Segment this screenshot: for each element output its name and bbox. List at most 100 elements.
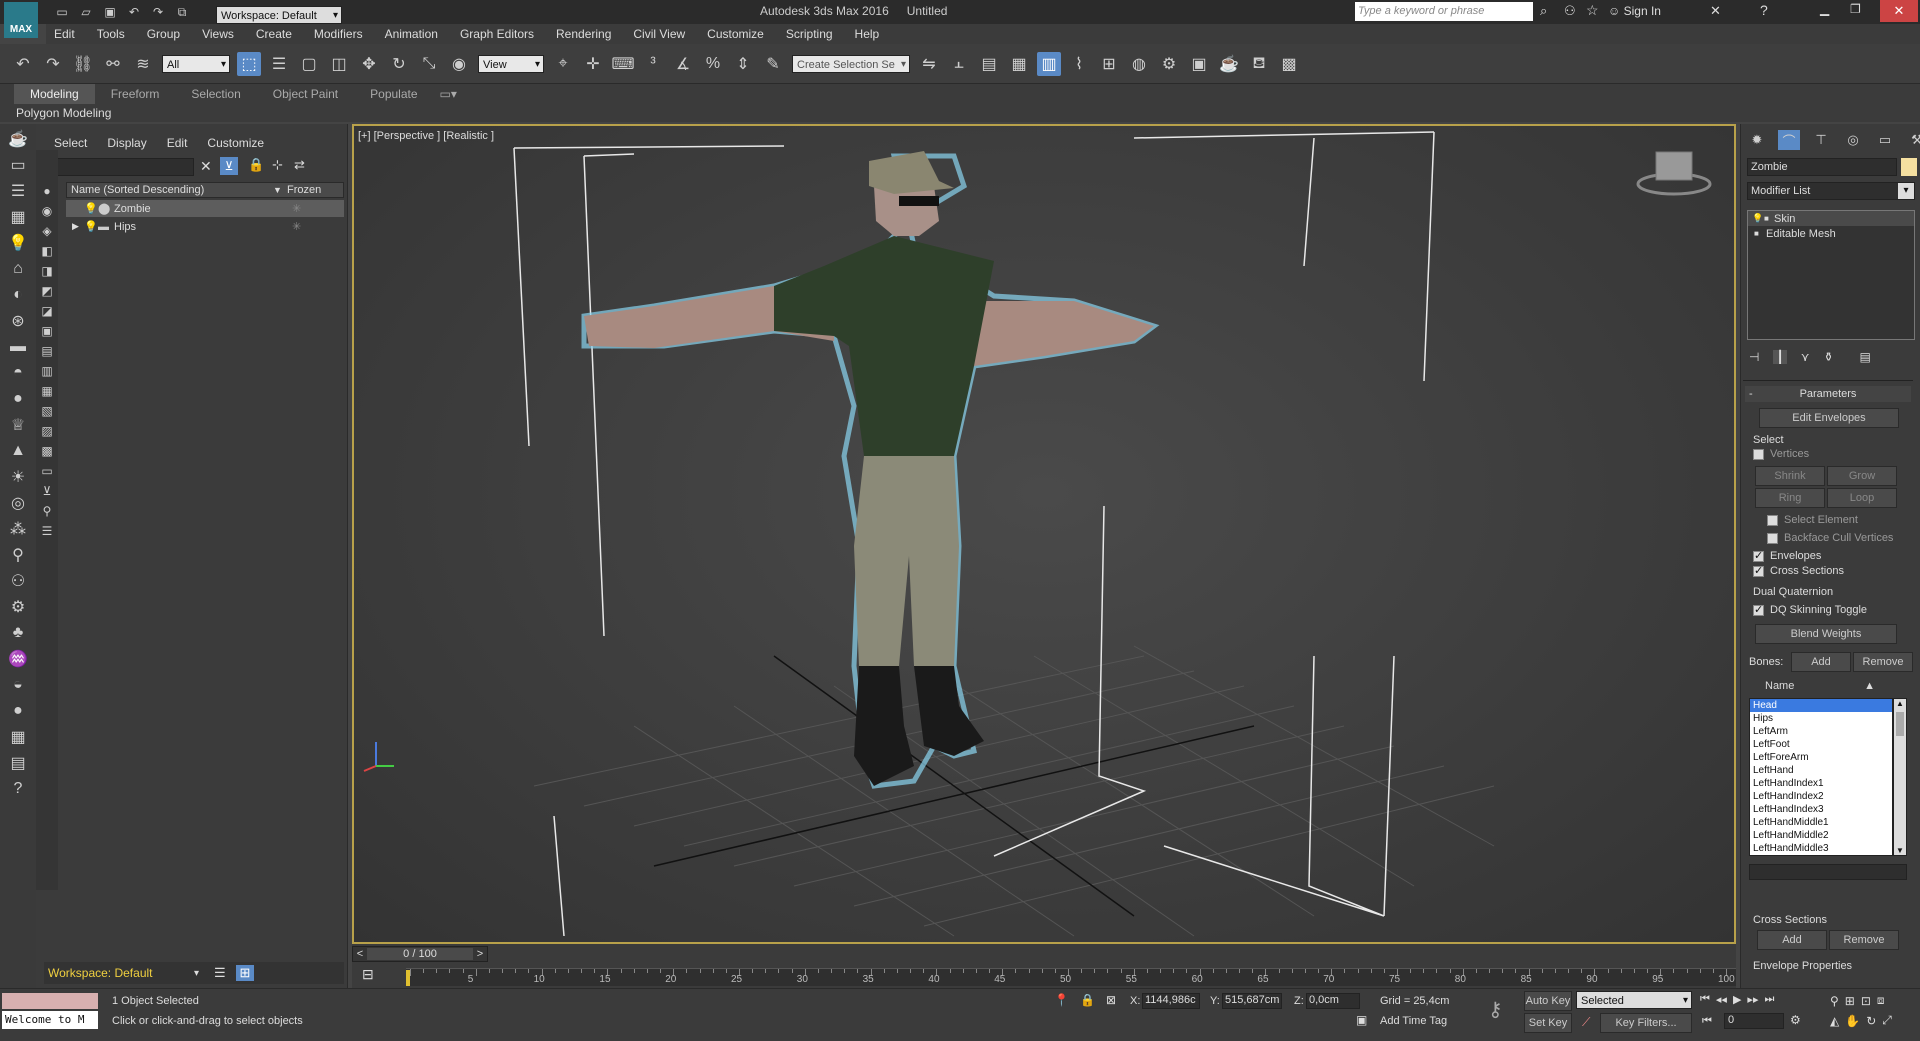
- freeze-snowflake-icon[interactable]: ✳: [284, 202, 301, 215]
- render-cloud-icon[interactable]: ▩: [1277, 52, 1301, 76]
- sun-icon[interactable]: ☀: [6, 466, 30, 488]
- list-icon[interactable]: ☰: [6, 180, 30, 202]
- visibility-bulb-icon[interactable]: 💡: [84, 220, 98, 233]
- tab-freeform[interactable]: Freeform: [95, 84, 176, 104]
- search-input[interactable]: Type a keyword or phrase: [1355, 2, 1533, 21]
- group-filter-icon[interactable]: ◪: [35, 300, 59, 322]
- shrink-button[interactable]: Shrink: [1755, 466, 1825, 486]
- expand-arrow-icon[interactable]: ▶: [66, 221, 84, 232]
- zoom-extents-all-icon[interactable]: ⧈: [1877, 993, 1885, 1008]
- viewcube[interactable]: [1636, 151, 1712, 196]
- shell-icon[interactable]: ◒: [6, 674, 30, 696]
- plant-icon[interactable]: ♣: [6, 622, 30, 644]
- select-object-icon[interactable]: ⬚: [237, 51, 261, 76]
- explorer-row-hips[interactable]: ▶ 💡 ▬ Hips ✳: [66, 218, 344, 235]
- time-tag-icon[interactable]: ▣: [1356, 1013, 1367, 1027]
- bones-list[interactable]: Head Hips LeftArm LeftFoot LeftForeArm L…: [1749, 698, 1893, 856]
- auto-key-selection-dropdown[interactable]: Selected: [1576, 991, 1692, 1010]
- bone-item[interactable]: Hips: [1750, 712, 1892, 725]
- menu-edit[interactable]: Edit: [46, 24, 86, 44]
- selection-lock-icon[interactable]: 🔒: [1080, 993, 1095, 1007]
- maxscript-listener-top[interactable]: [2, 993, 98, 1009]
- render-iterative-icon[interactable]: ⛾: [1247, 52, 1271, 76]
- app-logo-icon[interactable]: MAX: [4, 2, 38, 38]
- ribbon-toggle-icon[interactable]: ▦: [1007, 52, 1031, 76]
- geometry-filter-icon[interactable]: ●: [35, 180, 59, 202]
- grow-button[interactable]: Grow: [1827, 466, 1897, 486]
- filter-icon[interactable]: ⊻: [220, 157, 238, 175]
- light-icon[interactable]: 💡: [6, 232, 30, 254]
- help-icon[interactable]: ?: [1760, 2, 1768, 18]
- menu-group[interactable]: Group: [136, 24, 191, 44]
- parameters-rollout-header[interactable]: - Parameters: [1745, 386, 1911, 402]
- zoom-all-icon[interactable]: ⊞: [1845, 994, 1855, 1008]
- teapot-icon[interactable]: ☕: [6, 128, 30, 150]
- z-coordinate-field[interactable]: 0,0cm: [1306, 993, 1360, 1009]
- unlink-icon[interactable]: ⚯: [101, 52, 125, 76]
- stack-item-editable-mesh[interactable]: ■ Editable Mesh: [1748, 226, 1914, 241]
- sign-in-button[interactable]: ☺ Sign In: [1608, 4, 1661, 18]
- ribbon-polygon-modeling[interactable]: Polygon Modeling: [16, 106, 111, 120]
- ball-icon[interactable]: ●: [6, 700, 30, 722]
- set-key-button[interactable]: Set Key: [1524, 1013, 1572, 1033]
- gear-icon[interactable]: ⚙: [6, 596, 30, 618]
- curve-editor-icon[interactable]: ⌇: [1067, 52, 1091, 76]
- particle-icon[interactable]: ⁂: [6, 518, 30, 540]
- invert-filter-icon[interactable]: ▭: [35, 460, 59, 482]
- cross-section-remove-button[interactable]: Remove: [1829, 930, 1899, 950]
- visibility-bulb-icon[interactable]: 💡: [84, 202, 98, 215]
- layer-explorer-icon[interactable]: ▤: [977, 52, 1001, 76]
- column-name[interactable]: Name (Sorted Descending): [67, 184, 273, 196]
- bones-list-scrollbar[interactable]: ▲ ▼: [1893, 698, 1907, 856]
- hierarchy-view-icon[interactable]: ⊞: [236, 965, 254, 981]
- binoculars-icon[interactable]: ⌕: [1540, 3, 1547, 19]
- y-coordinate-field[interactable]: 515,687cm: [1222, 993, 1282, 1009]
- select-by-name-icon[interactable]: ☰: [267, 52, 291, 76]
- minimize-button[interactable]: ▁: [1820, 2, 1829, 16]
- bone-item[interactable]: LeftForeArm: [1750, 751, 1892, 764]
- scroll-thumb[interactable]: [1896, 712, 1904, 736]
- exchange-icon[interactable]: ✕: [1710, 3, 1721, 19]
- undo-icon[interactable]: ↶: [125, 3, 143, 21]
- column-frozen[interactable]: Frozen: [283, 184, 321, 196]
- pan-icon[interactable]: ✋: [1845, 1014, 1860, 1028]
- blend-weights-button[interactable]: Blend Weights: [1755, 624, 1897, 644]
- undo-icon[interactable]: ↶: [11, 52, 35, 76]
- absolute-mode-icon[interactable]: ⊠: [1106, 993, 1116, 1007]
- select-manipulate-icon[interactable]: ✛: [581, 52, 605, 76]
- globe-icon[interactable]: ◎: [6, 492, 30, 514]
- window-crossing-icon[interactable]: ◫: [327, 52, 351, 76]
- xref-filter-icon[interactable]: ▣: [35, 320, 59, 342]
- time-slider[interactable]: < 0 / 100 >: [352, 946, 488, 962]
- zoom-extents-icon[interactable]: ⊡: [1861, 994, 1871, 1008]
- maxscript-mini-listener[interactable]: Welcome to M: [2, 1011, 98, 1029]
- explorer-menu-edit[interactable]: Edit: [167, 134, 188, 152]
- layers-icon[interactable]: ☰: [214, 965, 236, 981]
- angle-snap-icon[interactable]: ∡: [671, 52, 695, 76]
- dome-icon[interactable]: ◓: [6, 362, 30, 384]
- next-frame-icon[interactable]: ▸▸: [1747, 993, 1758, 1006]
- add-time-tag-label[interactable]: Add Time Tag: [1380, 1015, 1447, 1027]
- hair-icon[interactable]: ♒: [6, 648, 30, 670]
- box-icon[interactable]: ▬: [6, 336, 30, 358]
- explorer-row-zombie[interactable]: 💡 ⬤ Zombie ✳: [66, 200, 344, 217]
- viewport-perspective[interactable]: [+] [Perspective ] [Realistic ]: [352, 124, 1736, 944]
- rotate-icon[interactable]: ↻: [387, 52, 411, 76]
- redo-icon[interactable]: ↷: [149, 3, 167, 21]
- bone-item[interactable]: LeftHandMiddle2: [1750, 829, 1892, 842]
- open-file-icon[interactable]: ▱: [77, 3, 95, 21]
- all-filter-icon[interactable]: ▨: [35, 420, 59, 442]
- backface-cull-checkbox[interactable]: Backface Cull Vertices: [1767, 532, 1893, 544]
- freeze-snowflake-icon[interactable]: ✳: [284, 220, 301, 233]
- selection-set-dropdown[interactable]: Create Selection Se: [792, 54, 910, 74]
- tab-object-paint[interactable]: Object Paint: [257, 84, 354, 104]
- scroll-up-icon[interactable]: ▲: [1894, 699, 1906, 708]
- new-file-icon[interactable]: ▭: [53, 3, 71, 21]
- loop-button[interactable]: Loop: [1827, 488, 1897, 508]
- calculator-icon[interactable]: ▦: [6, 726, 30, 748]
- x-coordinate-field[interactable]: 1144,986c: [1142, 993, 1200, 1009]
- time-slider-frame[interactable]: 0 / 100: [367, 948, 473, 960]
- maximize-viewport-icon[interactable]: ⤢: [1882, 1013, 1892, 1028]
- key-filters-button[interactable]: Key Filters...: [1600, 1013, 1692, 1033]
- orbit-icon[interactable]: ↻: [1866, 1014, 1876, 1028]
